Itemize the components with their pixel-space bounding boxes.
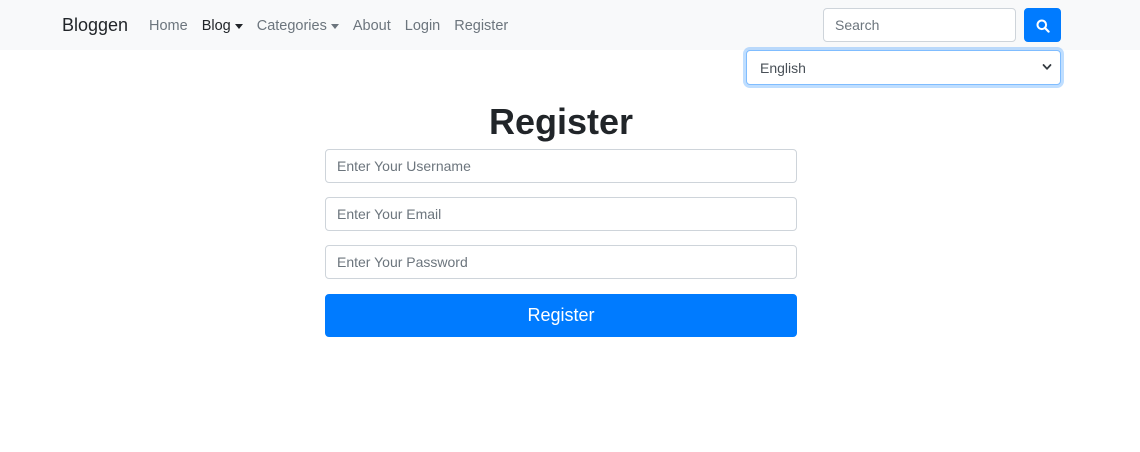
nav-link-label: Blog — [201, 18, 231, 34]
register-button[interactable]: Register — [325, 294, 797, 337]
username-field[interactable] — [325, 149, 797, 183]
nav-link-label: Register — [454, 18, 509, 34]
search-icon — [1036, 19, 1050, 33]
language-select-value: English — [760, 60, 806, 76]
nav-link-blog[interactable]: Blog — [202, 17, 243, 35]
nav-link-label: Categories — [256, 18, 327, 34]
nav-link-home[interactable]: Home — [149, 17, 188, 35]
nav-link-label: Login — [404, 18, 441, 34]
nav-link-categories[interactable]: Categories — [257, 17, 339, 35]
navbar: Bloggen Home Blog Categories About Login… — [0, 0, 1140, 50]
email-field[interactable] — [325, 197, 797, 231]
language-select[interactable]: English — [746, 50, 1061, 85]
nav-link-label: Home — [149, 18, 188, 34]
caret-down-icon — [234, 23, 243, 29]
search-button[interactable] — [1024, 8, 1061, 42]
page-title: Register — [488, 101, 634, 142]
nav-link-login[interactable]: Login — [405, 17, 440, 35]
nav-link-label: About — [352, 18, 391, 34]
caret-down-icon — [330, 23, 339, 29]
search-input[interactable] — [823, 8, 1016, 42]
chevron-down-icon — [1042, 64, 1052, 70]
nav-link-about[interactable]: About — [353, 17, 391, 35]
nav-link-register[interactable]: Register — [454, 17, 508, 35]
nav-links: Home Blog Categories About Login Registe… — [149, 17, 522, 35]
password-field[interactable] — [325, 245, 797, 279]
brand-link[interactable]: Bloggen — [62, 14, 128, 36]
